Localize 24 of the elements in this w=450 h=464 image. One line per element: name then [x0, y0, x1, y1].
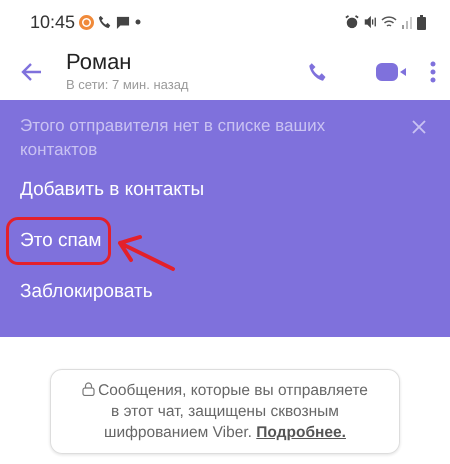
mute-icon [363, 15, 377, 29]
banner-action[interactable]: Добавить в контакты [20, 178, 204, 202]
message-icon [116, 16, 130, 28]
more-options-icon[interactable] [430, 61, 436, 83]
signal-icon [401, 15, 413, 29]
back-icon[interactable] [20, 62, 42, 82]
banner-message: Этого отправителя нет в списке ваших контактов [20, 115, 326, 161]
clock: 10:45 [30, 10, 76, 34]
learn-more-link[interactable]: Подробнее. [256, 424, 346, 441]
contact-name: Роман [66, 49, 132, 76]
lock-icon [82, 382, 96, 396]
alarm-icon [345, 15, 359, 29]
call-icon [98, 15, 112, 29]
wifi-icon [381, 15, 397, 29]
video-call-icon[interactable] [376, 62, 406, 82]
battery-icon [417, 14, 426, 30]
phone-icon[interactable] [308, 62, 328, 82]
app-notification-icon [79, 14, 94, 30]
close-icon[interactable] [412, 120, 426, 134]
encryption-notice: Сообщения, которые вы отправляете в этот чат, защищены сквозным шифрованием Viber. Подробнее. [50, 369, 400, 454]
banner-action[interactable]: Заблокировать [20, 280, 153, 304]
dot-icon [134, 18, 142, 26]
presence-status: В сети: 7 мин. назад [66, 76, 190, 94]
banner-action[interactable]: Это спам [20, 229, 102, 253]
